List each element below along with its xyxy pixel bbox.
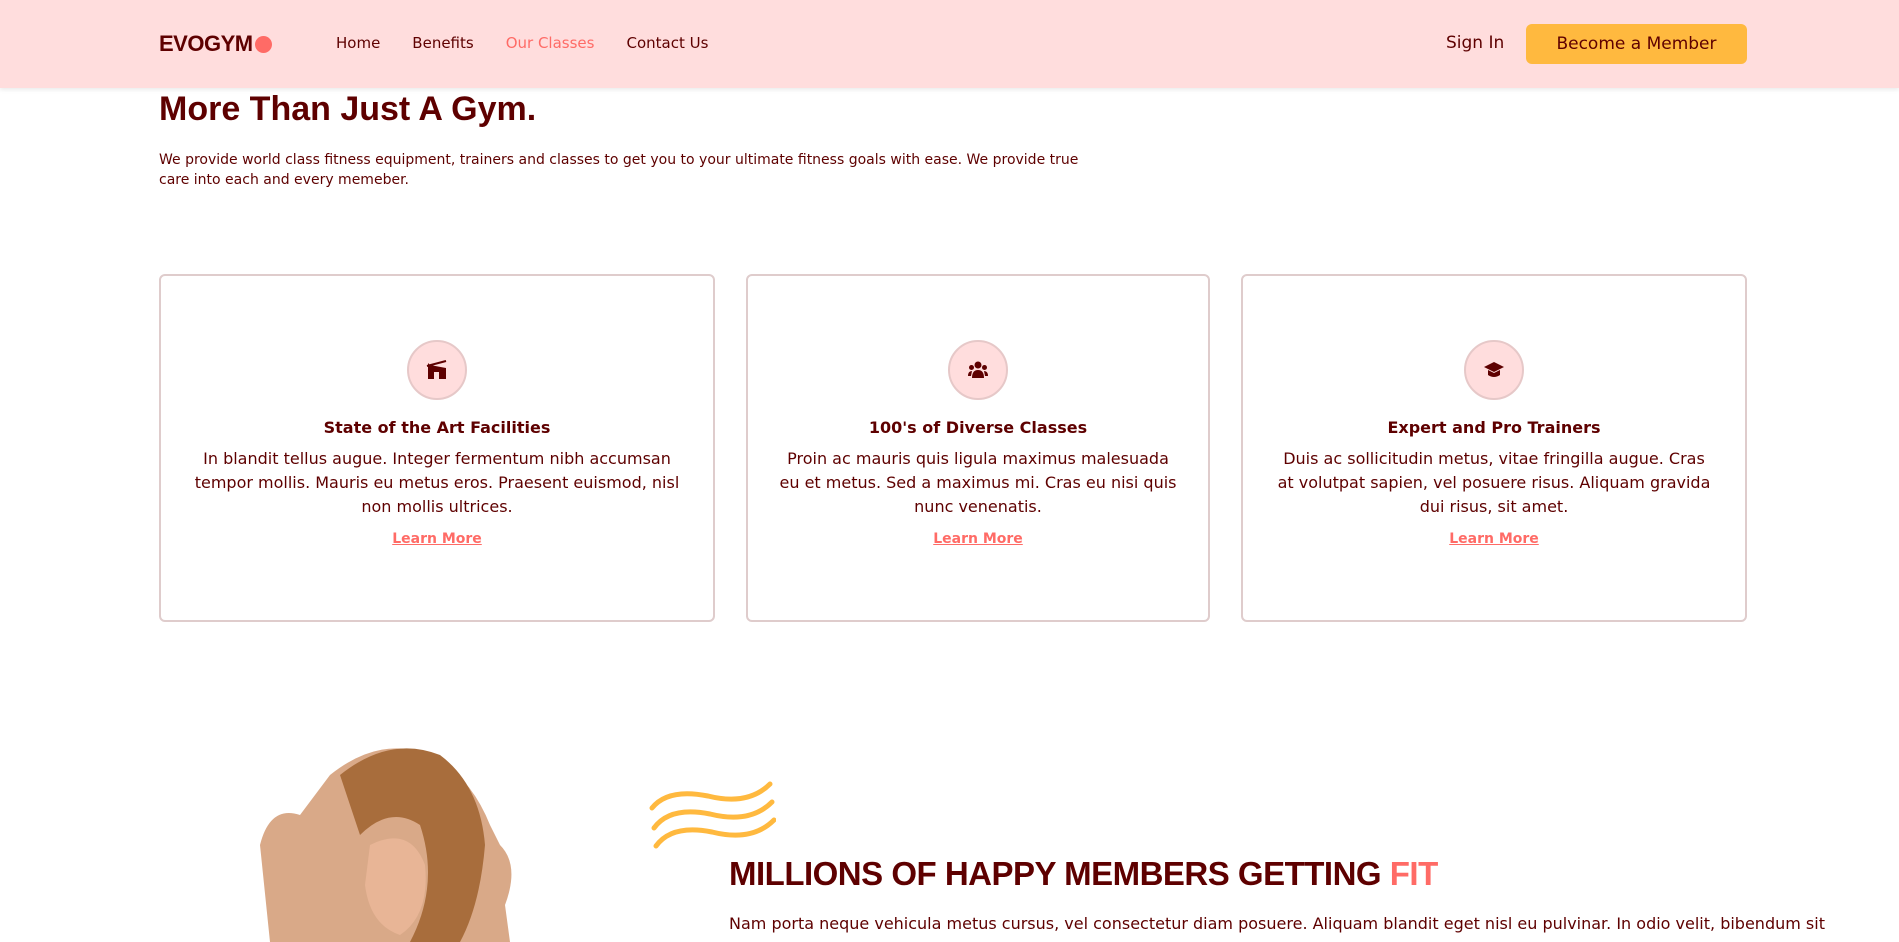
building-icon bbox=[407, 340, 467, 400]
benefit-title: State of the Art Facilities bbox=[323, 418, 551, 437]
nav-link-home[interactable]: Home bbox=[336, 34, 380, 52]
navbar: EVOGYM Home Benefits Our Classes Contact… bbox=[0, 0, 1899, 88]
logo[interactable]: EVOGYM bbox=[159, 31, 272, 57]
benefit-title: 100's of Diverse Classes bbox=[868, 418, 1088, 437]
nav-link-benefits[interactable]: Benefits bbox=[412, 34, 473, 52]
learn-more-link[interactable]: Learn More bbox=[1449, 531, 1539, 547]
benefit-text: Duis ac sollicitudin metus, vitae fringi… bbox=[1277, 449, 1711, 516]
members-title: MILLIONS OF HAPPY MEMBERS GETTING FIT bbox=[729, 855, 1438, 893]
learn-more-link[interactable]: Learn More bbox=[933, 531, 1023, 547]
members-text: Nam porta neque vehicula metus cursus, v… bbox=[729, 914, 1825, 933]
benefit-card: 100's of Diverse Classes Proin ac mauris… bbox=[746, 274, 1210, 622]
learn-more-link[interactable]: Learn More bbox=[392, 531, 482, 547]
intro-text: We provide world class fitness equipment… bbox=[159, 152, 1079, 188]
nav-link-contact-us[interactable]: Contact Us bbox=[626, 34, 708, 52]
nav-links: Home Benefits Our Classes Contact Us bbox=[336, 34, 708, 52]
waves-decoration bbox=[649, 781, 776, 849]
nav-link-our-classes[interactable]: Our Classes bbox=[506, 34, 595, 52]
logo-text: EVOGYM bbox=[159, 31, 253, 56]
logo-dot bbox=[254, 35, 272, 53]
become-member-button[interactable]: Become a Member bbox=[1526, 24, 1747, 64]
users-icon bbox=[948, 340, 1008, 400]
benefit-text: Proin ac mauris quis ligula maximus male… bbox=[779, 449, 1177, 516]
benefit-title: Expert and Pro Trainers bbox=[1387, 418, 1601, 437]
benefit-card: State of the Art Facilities In blandit t… bbox=[159, 274, 715, 622]
benefit-text: In blandit tellus augue. Integer ferment… bbox=[194, 449, 680, 516]
page-title: More Than Just A Gym. bbox=[159, 90, 537, 128]
graduation-cap-icon bbox=[1464, 340, 1524, 400]
members-title-main: MILLIONS OF HAPPY MEMBERS GETTING bbox=[729, 855, 1390, 892]
sign-in-link[interactable]: Sign In bbox=[1446, 33, 1504, 53]
members-title-accent: FIT bbox=[1389, 855, 1438, 892]
benefit-card: Expert and Pro Trainers Duis ac sollicit… bbox=[1241, 274, 1747, 622]
member-photo bbox=[260, 748, 512, 942]
